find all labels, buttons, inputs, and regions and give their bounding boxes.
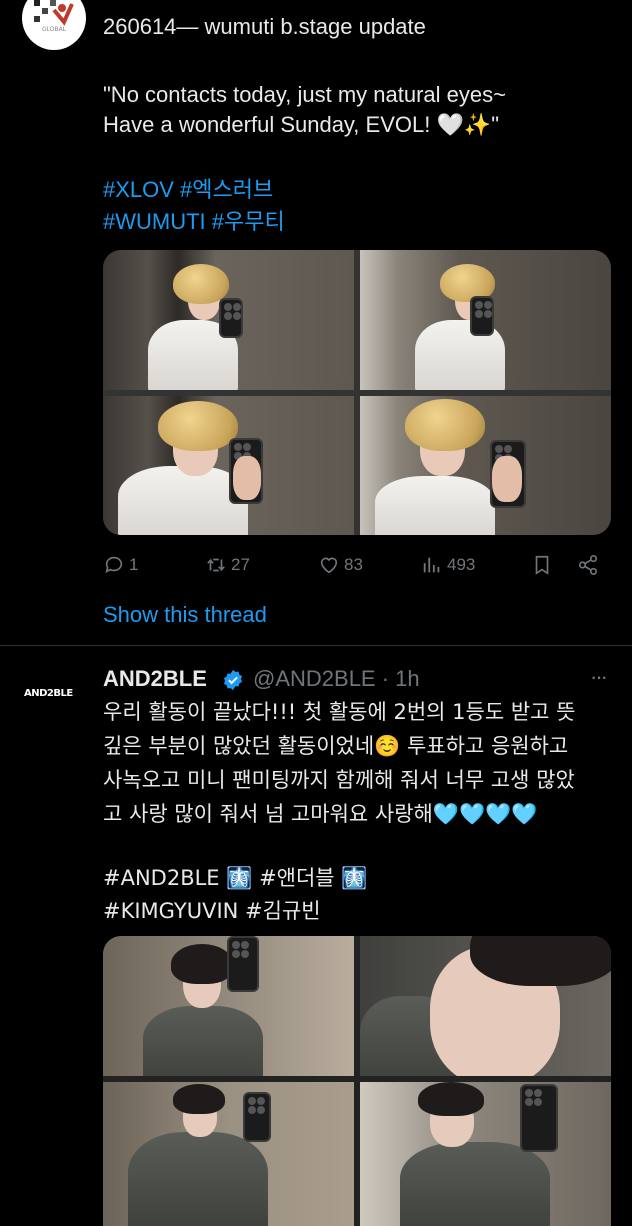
tweet-actions-bar: 1 27 83 493 xyxy=(103,554,603,582)
tweet-divider xyxy=(0,645,632,646)
like-icon xyxy=(320,557,338,574)
photo-3[interactable] xyxy=(103,396,354,535)
photo-4[interactable] xyxy=(360,1082,611,1226)
avatar-and2ble[interactable]: AND2BLE xyxy=(24,688,84,708)
hashtags-line-2[interactable]: #KIMGYUVIN #김규빈 xyxy=(103,896,321,926)
tweet-title-line: 260614— wumuti b.stage update xyxy=(103,14,426,39)
show-thread-link[interactable]: Show this thread xyxy=(103,602,267,628)
photo-2[interactable] xyxy=(360,250,611,390)
tweet-body-line-4: 고 사랑 많이 줘서 넘 고마워요 사랑해🩵🩵🩵🩵 xyxy=(103,802,538,826)
photo-1[interactable] xyxy=(103,936,354,1076)
avatar-caption: GLOBAL xyxy=(41,26,67,33)
reply-count: 1 xyxy=(129,555,139,574)
hashtags-line-1[interactable]: #XLOV #엑스러브 xyxy=(103,175,273,205)
more-icon[interactable]: ··· xyxy=(590,664,608,690)
avatar-xlov-global[interactable]: GLOBAL xyxy=(22,0,86,50)
tweet-quote-line-1: "No contacts today, just my natural eyes… xyxy=(103,82,506,107)
photo-4[interactable] xyxy=(360,396,611,535)
verified-badge-icon xyxy=(223,669,243,691)
tweet-body-line-1: 우리 활동이 끝났다!!! 첫 활동에 2번의 1등도 받고 뜻 xyxy=(103,700,576,724)
reply-button[interactable]: 1 xyxy=(103,554,138,576)
display-name[interactable]: AND2BLE xyxy=(103,666,207,692)
photo-3[interactable] xyxy=(103,1082,354,1226)
views-button[interactable]: 493 xyxy=(421,554,475,576)
retweet-button[interactable]: 27 xyxy=(205,554,250,576)
tweet-quote-line-2: Have a wonderful Sunday, EVOL! 🤍✨" xyxy=(103,112,500,137)
tweet-body-line-3: 사녹오고 미니 팬미팅까지 함께해 줘서 너무 고생 많았 xyxy=(103,768,575,792)
tweet-photo-grid xyxy=(103,936,611,1226)
retweet-count: 27 xyxy=(231,555,250,574)
hashtags-line-1[interactable]: #AND2BLE 🩻 #앤더블 🩻 xyxy=(103,863,367,893)
tweet-body-line-2: 깊은 부분이 많았던 활동이었네☺️ 투표하고 응원하고 xyxy=(103,734,569,758)
views-count: 493 xyxy=(447,555,476,574)
bookmark-icon xyxy=(535,555,549,575)
tweet-photo-grid xyxy=(103,250,611,535)
reply-icon xyxy=(105,556,123,573)
retweet-icon xyxy=(207,558,225,572)
share-button[interactable] xyxy=(577,554,599,576)
like-button[interactable]: 83 xyxy=(318,554,363,576)
share-icon xyxy=(578,555,598,575)
handle-and-time[interactable]: @AND2BLE · 1h xyxy=(253,666,420,692)
hashtags-line-2[interactable]: #WUMUTI #우무티 xyxy=(103,207,285,237)
photo-2[interactable] xyxy=(360,936,611,1076)
bookmark-button[interactable] xyxy=(531,554,553,576)
like-count: 83 xyxy=(344,555,363,574)
views-icon xyxy=(423,557,440,573)
photo-1[interactable] xyxy=(103,250,354,390)
